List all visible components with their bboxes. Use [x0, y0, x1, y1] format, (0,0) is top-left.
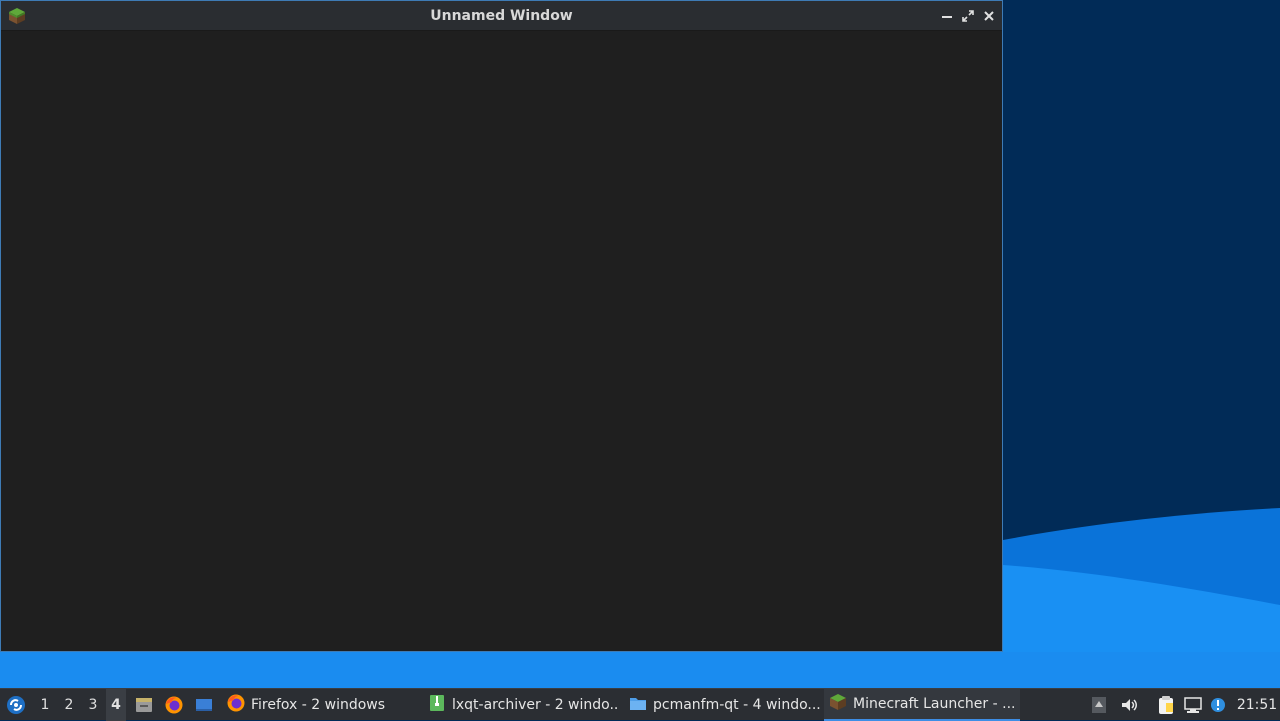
task-button-minecraft-launcher[interactable]: Minecraft Launcher - ... [824, 689, 1020, 721]
window-titlebar[interactable]: Unnamed Window [1, 1, 1002, 31]
show-desktop-icon[interactable] [192, 689, 216, 721]
maximize-button[interactable] [960, 8, 976, 24]
volume-icon[interactable] [1118, 689, 1140, 721]
start-menu-button[interactable] [4, 689, 28, 721]
task-label: Minecraft Launcher - ... [853, 696, 1016, 712]
lxqt-start-icon [7, 696, 25, 714]
firefox-icon [226, 693, 246, 717]
notification-icon[interactable] [1207, 689, 1229, 721]
task-button-lxqt-archiver[interactable]: lxqt-archiver - 2 windo... [423, 689, 619, 721]
firefox-icon[interactable] [162, 689, 186, 721]
minimize-button[interactable] [939, 8, 955, 24]
clock[interactable]: 21:51 [1236, 689, 1278, 721]
folder-icon [628, 693, 648, 717]
file-manager-icon[interactable] [132, 689, 156, 721]
minecraft-grass-block-icon [828, 692, 848, 716]
desktop-switch-1[interactable]: 1 [35, 689, 55, 721]
show-hidden-icons-button[interactable] [1088, 689, 1110, 721]
window-title: Unnamed Window [430, 8, 573, 24]
clipboard-icon[interactable] [1155, 689, 1177, 721]
taskbar: 1 2 3 4 Firefox - 2 windows lxqt-archive… [0, 688, 1280, 721]
desktop-switch-3[interactable]: 3 [83, 689, 103, 721]
archive-icon [427, 693, 447, 717]
window-content[interactable] [1, 31, 1002, 651]
desktop-switch-2[interactable]: 2 [59, 689, 79, 721]
desktop-switch-4[interactable]: 4 [106, 689, 126, 721]
network-icon[interactable] [1182, 689, 1204, 721]
task-button-pcmanfm-qt[interactable]: pcmanfm-qt - 4 windo... [624, 689, 820, 721]
application-window[interactable]: Unnamed Window [0, 0, 1003, 652]
task-label: lxqt-archiver - 2 windo... [452, 697, 619, 713]
close-button[interactable] [981, 8, 997, 24]
task-button-firefox[interactable]: Firefox - 2 windows [222, 689, 418, 721]
task-label: pcmanfm-qt - 4 windo... [653, 697, 820, 713]
task-label: Firefox - 2 windows [251, 697, 386, 713]
